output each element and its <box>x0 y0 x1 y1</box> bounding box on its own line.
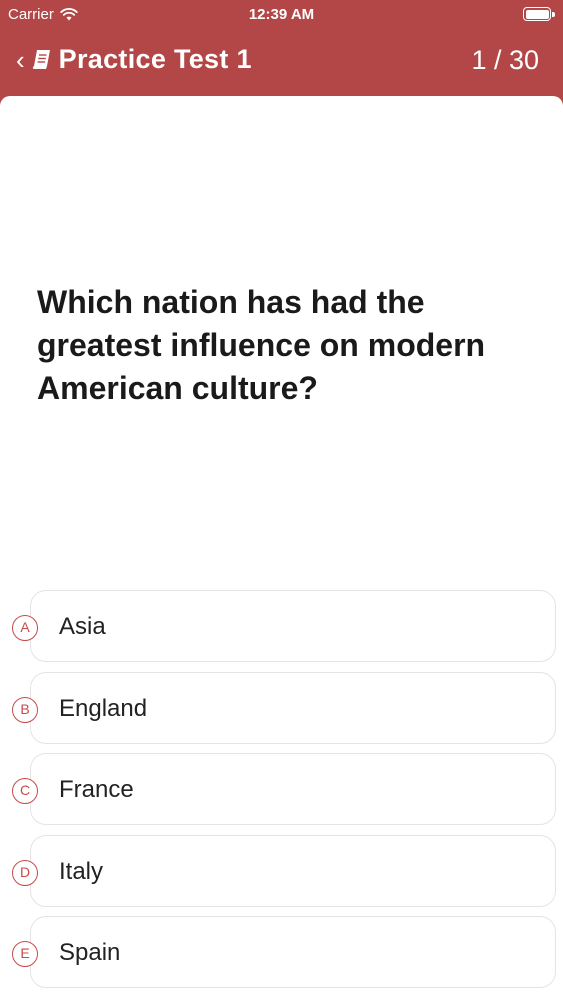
chevron-left-icon: ‹ <box>16 44 25 75</box>
option-letter-badge: A <box>12 615 38 641</box>
option-label: France <box>59 776 134 803</box>
answer-option-d[interactable]: D Italy <box>12 835 556 907</box>
answer-option-a[interactable]: A Asia <box>12 590 556 662</box>
question-counter: 1 / 30 <box>471 45 539 75</box>
nav-bar: ‹ Practice Test 1 1 / 30 <box>0 30 563 96</box>
status-bar: Carrier 12:39 AM <box>0 0 563 30</box>
option-label: England <box>59 695 148 722</box>
option-label: Italy <box>59 858 104 885</box>
battery-icon <box>523 7 555 21</box>
option-letter-badge: C <box>12 778 38 804</box>
page-title: Practice Test 1 <box>58 44 252 74</box>
status-time: 12:39 AM <box>248 6 315 23</box>
back-button[interactable]: ‹ Practice Test 1 <box>16 44 252 75</box>
option-letter-badge: E <box>12 941 38 967</box>
option-label: Spain <box>59 939 121 966</box>
answer-option-e[interactable]: E Spain <box>12 916 556 988</box>
option-letter-badge: D <box>12 860 38 886</box>
answer-option-b[interactable]: B England <box>12 672 556 744</box>
option-label: Asia <box>59 613 106 640</box>
option-letter-badge: B <box>12 697 38 723</box>
book-icon <box>32 49 50 69</box>
answer-option-c[interactable]: C France <box>12 753 556 825</box>
question-text: Which nation has had the greatest influe… <box>37 284 486 406</box>
question-card: Which nation has had the greatest influe… <box>0 96 563 1000</box>
